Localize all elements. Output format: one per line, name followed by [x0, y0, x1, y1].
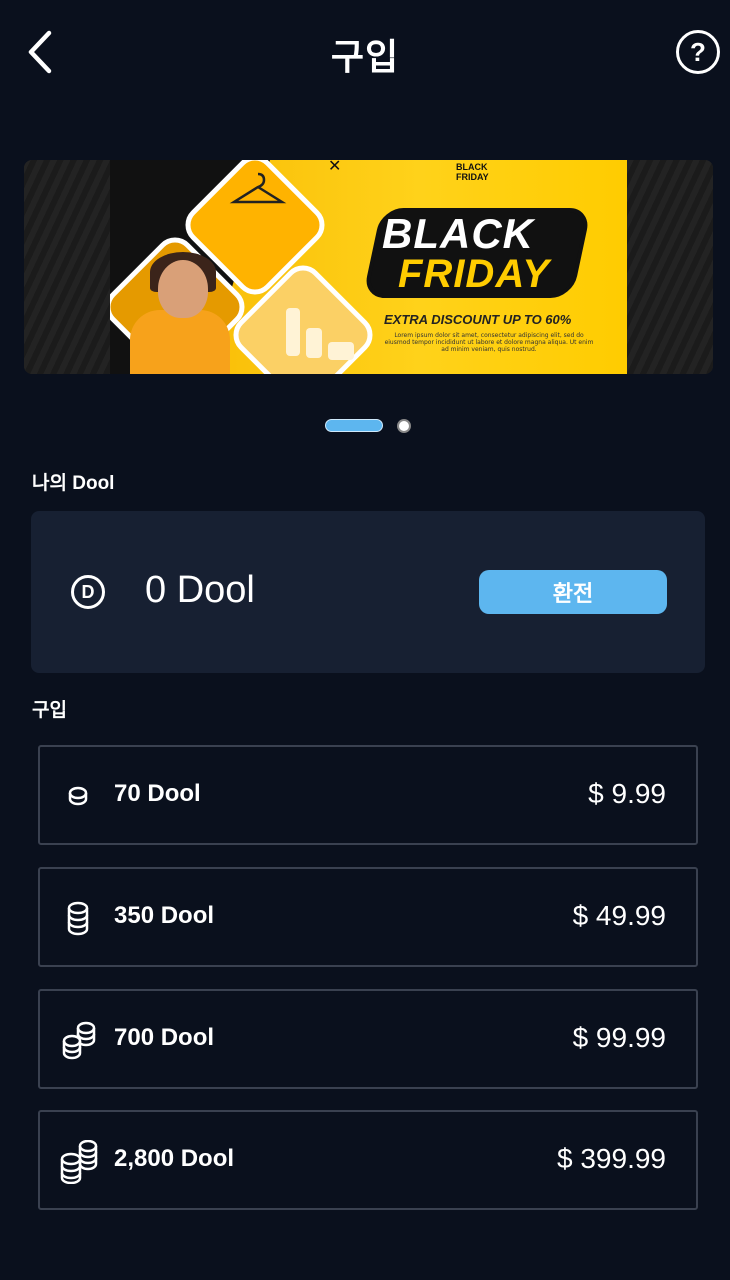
app-header: 구입 ?: [0, 0, 730, 110]
carousel-dot-active[interactable]: [325, 419, 383, 432]
promo-banner[interactable]: ✕ BLACK FRIDAY BLACK FRIDAY EXTRA DISCOU…: [24, 160, 713, 374]
banner-body-text: Lorem ipsum dolor sit amet, consectetur …: [384, 332, 594, 353]
coin-pile-large-icon: [60, 1140, 98, 1184]
item-name: 2,800 Dool: [114, 1145, 235, 1172]
model-face: [158, 260, 208, 318]
purchase-item-350[interactable]: 350 Dool $ 49.99: [38, 867, 698, 967]
wallet-balance: 0 Dool: [145, 569, 255, 611]
bottle-icon: [286, 308, 300, 356]
purchase-section-label: 구입: [32, 700, 67, 721]
wallet-section-label: 나의 Dool: [32, 473, 115, 494]
banner-side-left: [24, 160, 110, 374]
item-price: $ 9.99: [588, 778, 666, 809]
dool-currency-icon: D: [71, 575, 105, 609]
wallet-card: D 0 Dool 환전: [31, 511, 705, 673]
banner-tag: BLACK FRIDAY: [456, 162, 489, 182]
item-name: 700 Dool: [114, 1024, 215, 1051]
exchange-button[interactable]: 환전: [479, 570, 667, 614]
purchase-item-700[interactable]: 700 Dool $ 99.99: [38, 989, 698, 1089]
item-price: $ 49.99: [572, 900, 666, 931]
carousel-dot[interactable]: [397, 419, 411, 433]
jar-icon: [328, 342, 354, 360]
purchase-item-70[interactable]: 70 Dool $ 9.99: [38, 745, 698, 845]
hanger-icon: [229, 172, 287, 204]
item-name: 350 Dool: [114, 902, 215, 929]
page-title: 구입: [330, 37, 400, 78]
bottle-icon: [306, 328, 322, 358]
close-mark-icon: ✕: [328, 160, 342, 175]
carousel-indicator: [0, 418, 730, 434]
single-coin-icon: [68, 786, 88, 806]
coin-stack-icon: [67, 901, 89, 936]
item-price: $ 399.99: [557, 1143, 666, 1174]
question-icon: ?: [690, 36, 706, 67]
banner-image: ✕ BLACK FRIDAY BLACK FRIDAY EXTRA DISCOU…: [110, 160, 627, 374]
banner-side-right: [627, 160, 713, 374]
item-price: $ 99.99: [572, 1022, 666, 1053]
help-button[interactable]: ?: [676, 30, 720, 74]
purchase-item-2800[interactable]: 2,800 Dool $ 399.99: [38, 1110, 698, 1210]
banner-subline: EXTRA DISCOUNT UP TO 60%: [384, 312, 572, 327]
banner-headline-1: BLACK: [382, 210, 534, 257]
model-jacket: [130, 310, 230, 374]
coin-pile-icon: [62, 1021, 96, 1060]
banner-headline-2: FRIDAY: [398, 252, 550, 296]
item-name: 70 Dool: [114, 780, 201, 807]
